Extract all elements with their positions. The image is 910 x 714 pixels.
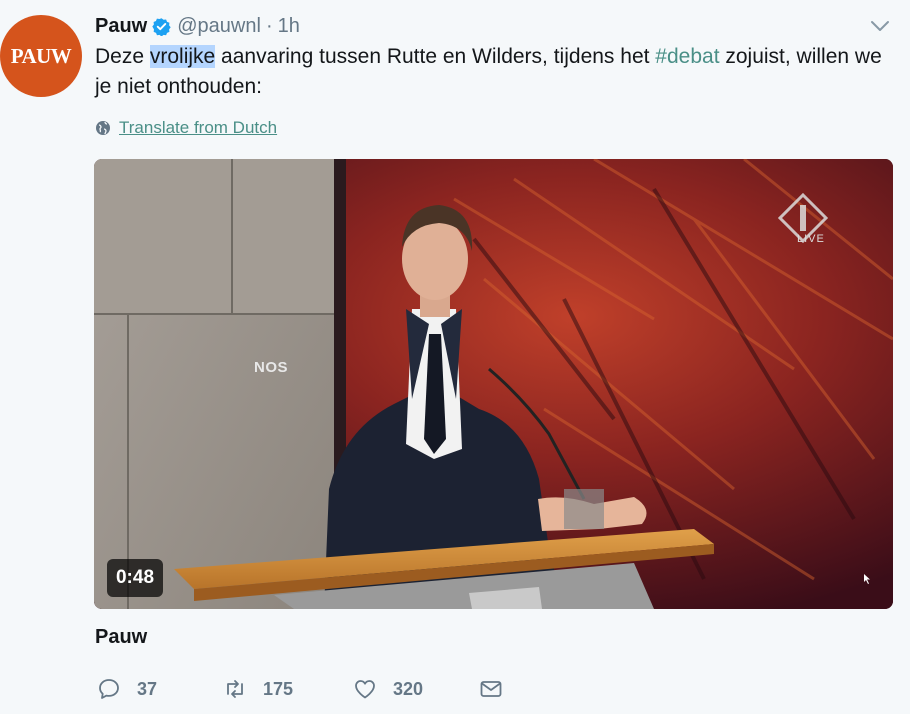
video-player[interactable]: NOS	[94, 159, 893, 609]
live-label: LIVE	[797, 233, 825, 245]
reply-icon	[99, 679, 119, 699]
avatar[interactable]: PAUW	[0, 15, 82, 97]
direct-message-button[interactable]	[479, 675, 519, 703]
reply-button[interactable]: 37	[97, 675, 157, 703]
verified-badge-icon	[152, 17, 171, 36]
video-frame	[94, 159, 893, 609]
tweet-text-middle: aanvaring tussen Rutte en Wilders, tijde…	[215, 45, 656, 68]
retweet-icon	[227, 680, 243, 698]
tweet-timestamp[interactable]: 1h	[278, 15, 300, 38]
envelope-icon	[480, 681, 502, 697]
avatar-logo-text: PAUW	[10, 43, 72, 68]
tweet-header: Pauw @pauwnl · 1h	[95, 13, 300, 39]
highlighted-word: vrolijke	[149, 45, 216, 68]
retweet-count: 175	[263, 678, 294, 699]
chevron-down-icon[interactable]	[868, 16, 892, 36]
reply-count: 37	[137, 678, 158, 699]
tweet-text: Deze vrolijke aanvaring tussen Rutte en …	[95, 42, 895, 102]
like-button[interactable]: 320	[353, 675, 423, 703]
translate-link[interactable]: Translate from Dutch	[119, 118, 277, 138]
video-duration: 0:48	[107, 559, 163, 597]
nos-watermark: NOS	[254, 359, 289, 376]
hashtag-link[interactable]: #debat	[655, 45, 719, 68]
video-card-title[interactable]: Pauw	[95, 626, 147, 649]
author-name[interactable]: Pauw	[95, 15, 147, 38]
separator-dot: ·	[265, 14, 273, 37]
retweet-button[interactable]: 175	[223, 675, 293, 703]
like-count: 320	[393, 678, 424, 699]
author-handle[interactable]: @pauwnl	[177, 15, 261, 38]
translate-row: Translate from Dutch	[95, 118, 277, 138]
mouse-cursor-icon	[864, 574, 870, 584]
tweet-text-start: Deze	[95, 45, 150, 68]
heart-icon	[355, 680, 375, 699]
globe-icon	[96, 121, 110, 135]
